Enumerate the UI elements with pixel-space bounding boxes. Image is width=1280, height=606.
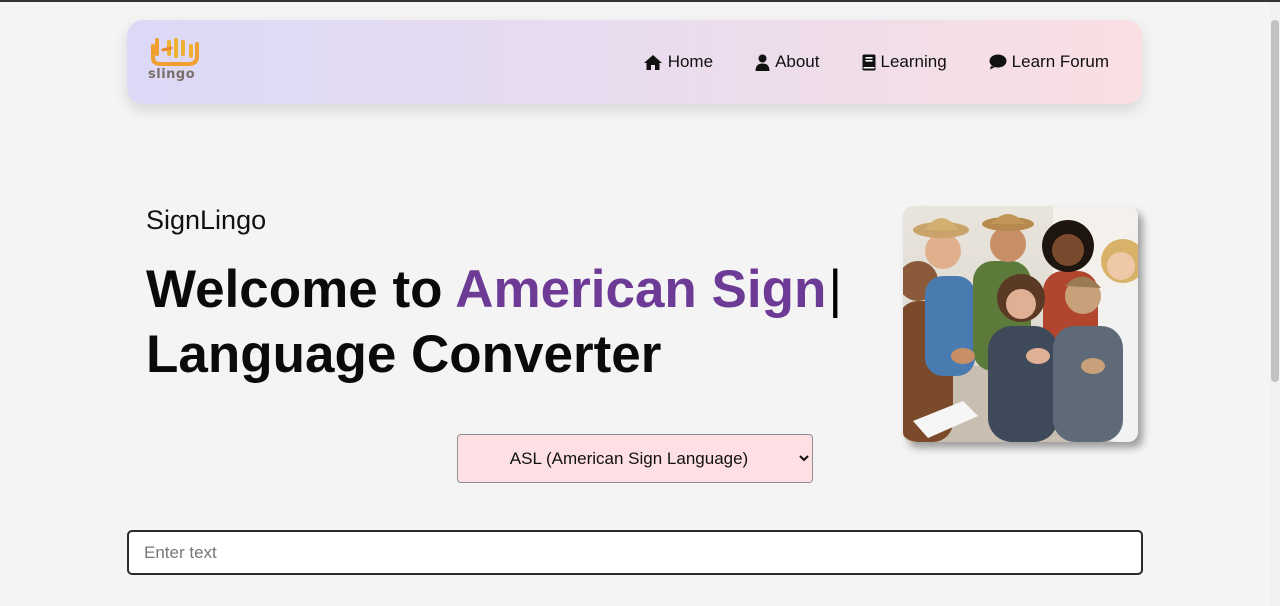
home-icon [643,54,662,70]
hero-headline: Welcome to American Sign| Language Conve… [146,257,906,387]
text-input[interactable] [127,530,1143,575]
nav-home-label: Home [667,52,714,71]
scrollbar-thumb[interactable] [1271,20,1279,382]
headline-accent: American Sign [455,260,827,319]
nav-forum-link[interactable]: Learn Forum [989,52,1109,72]
page-scrollbar[interactable] [1270,2,1280,606]
typing-caret: | [828,260,843,319]
nav-home-link[interactable]: Home [643,52,713,72]
hands-logo-icon [151,38,199,66]
navbar: slingo Home About Learning Learn Forum [127,20,1142,104]
hero-subtitle: SignLingo [146,205,267,235]
user-icon [755,54,770,71]
logo-text: slingo [148,67,196,82]
brand-logo[interactable]: slingo [147,36,217,86]
nav-links: Home About Learning Learn Forum [601,20,1109,104]
headline-suffix: Language Converter [146,325,662,384]
nav-forum-label: Learn Forum [1011,52,1109,71]
group-of-people-photo [903,206,1138,442]
window-top-border [0,0,1280,2]
sign-language-select[interactable]: ASL (American Sign Language) [457,434,813,483]
nav-learning-label: Learning [880,52,947,71]
nav-learning-link[interactable]: Learning [862,52,947,72]
nav-about-label: About [775,52,820,71]
nav-about-link[interactable]: About [755,52,820,72]
comment-icon [989,54,1007,70]
hero-image [903,206,1138,442]
headline-prefix: Welcome to [146,260,456,319]
book-icon [862,54,875,70]
